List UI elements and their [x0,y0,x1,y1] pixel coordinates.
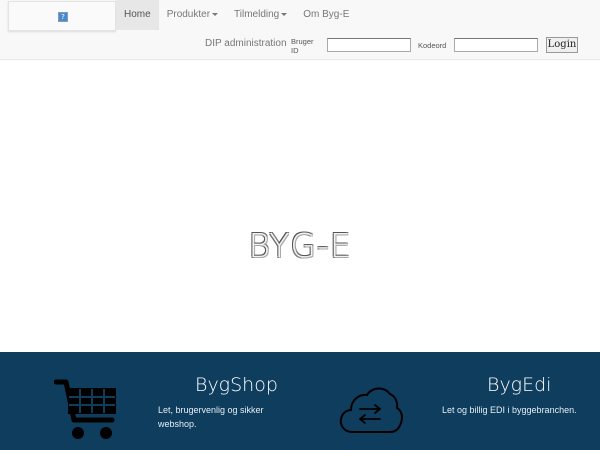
logo-box[interactable]: ? [8,1,116,31]
nav-item-label: Produkter [166,9,211,20]
user-id-label: Bruger ID [291,37,314,55]
cloud-exchange-icon [339,387,403,433]
nav-item-tilmelding[interactable]: Tilmelding [226,0,295,30]
bygedi-title[interactable]: BygEdi [487,374,551,396]
top-navbar: ? Home Produkter Tilmelding Om Byg-E DIP… [0,0,600,60]
hero-title: BYG-E [248,226,352,265]
nav-item-label: Home [124,9,151,20]
password-input[interactable] [454,38,538,52]
main-nav: Home Produkter Tilmelding Om Byg-E [116,0,357,30]
bygedi-description: Let og billig EDI i byggebranchen. [442,405,577,415]
user-id-input[interactable] [327,38,411,52]
caret-down-icon [281,12,288,16]
nav-item-home[interactable]: Home [116,0,159,30]
broken-logo-image-icon: ? [58,12,68,22]
nav-item-label: Tilmelding [234,9,280,20]
bygshop-title[interactable]: BygShop [195,374,278,396]
nav-item-om-byg-e[interactable]: Om Byg-E [295,0,357,30]
nav-item-label: Om Byg-E [303,9,350,20]
dip-admin-link[interactable]: DIP administration [205,38,287,49]
login-button[interactable]: Login [546,37,578,53]
nav-item-produkter[interactable]: Produkter [159,0,226,30]
bygshop-description: Let, brugervenlig og sikker webshop. [158,405,264,429]
shopping-cart-icon [54,379,116,439]
caret-down-icon [212,12,219,16]
password-label: Kodeord [418,41,447,50]
